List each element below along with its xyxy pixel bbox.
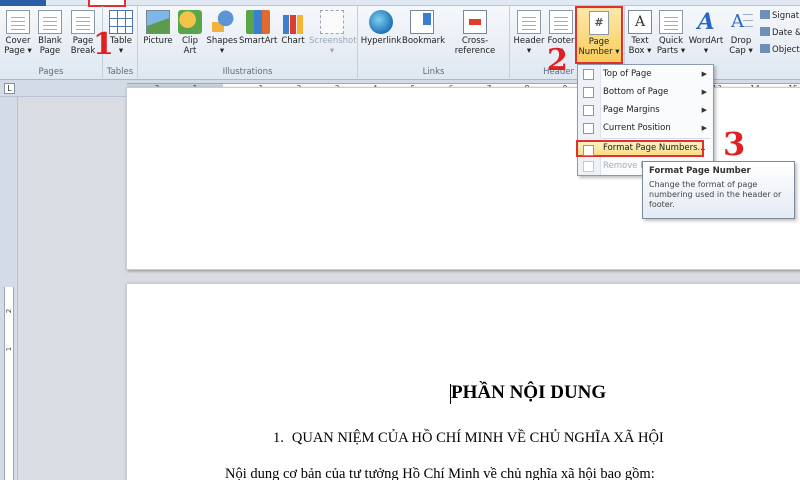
submenu-arrow-icon: ▶ [701, 88, 707, 96]
vertical-ruler-bar: 2 1 [0, 97, 18, 480]
signature-icon [760, 10, 770, 19]
group-label-tables: Tables [106, 67, 134, 77]
menu-item-format-page-numbers[interactable]: Format Page Numbers... [576, 140, 706, 157]
step-3-marker: 3 [723, 125, 746, 163]
section-heading: 1. QUAN NIỆM CỦA HỒ CHÍ MINH VỀ CHỦ NGHĨA… [273, 430, 664, 447]
section-number: 1. [273, 430, 284, 446]
header-icon [517, 10, 541, 34]
cross-reference-icon [463, 10, 487, 34]
group-illustrations: Picture Clip Art Shapes ▾ SmartArt Chart… [138, 6, 358, 78]
header-button[interactable]: Header ▾ [512, 10, 546, 56]
menu-item-page-margins[interactable]: Page Margins ▶ [578, 102, 713, 119]
vertical-ruler[interactable]: 2 1 [4, 287, 14, 480]
cross-reference-button[interactable]: Cross-reference [443, 10, 507, 56]
clip-art-button[interactable]: Clip Art [176, 10, 204, 56]
quick-parts-button[interactable]: Quick Parts ▾ [656, 10, 686, 56]
blank-page-icon [38, 10, 62, 34]
document-heading: PHẦN NỘI DUNG [451, 382, 607, 403]
document-page-2[interactable]: PHẦN NỘI DUNG 1. QUAN NIỆM CỦA HỒ CHÍ MIN… [126, 283, 800, 480]
top-of-page-icon [583, 69, 594, 80]
bookmark-button[interactable]: Bookmark [402, 10, 445, 46]
globe-link-icon [369, 10, 393, 34]
format-page-numbers-icon [583, 145, 594, 156]
cover-page-icon [6, 10, 30, 34]
vruler-tick: 1 [5, 346, 13, 352]
smartart-icon [246, 10, 270, 34]
text-box-icon: A [628, 10, 652, 34]
drop-cap-icon: A [729, 10, 753, 34]
step-1-marker: 1 [93, 27, 114, 62]
bookmark-icon [410, 10, 434, 34]
hyperlink-button[interactable]: Hyperlink [360, 10, 402, 46]
clip-art-icon [178, 10, 202, 34]
submenu-arrow-icon: ▶ [701, 106, 707, 114]
page-margins-icon [583, 105, 594, 116]
chart-icon [281, 10, 305, 34]
screenshot-icon [320, 10, 344, 34]
signature-line-button[interactable]: Signat [760, 10, 799, 21]
wordart-button[interactable]: A WordArt ▾ [687, 10, 725, 56]
body-paragraph: Nội dung cơ bản của tư tưởng Hồ Chí Minh… [225, 466, 655, 480]
page-number-icon: # [589, 11, 609, 35]
smartart-button[interactable]: SmartArt [239, 10, 277, 46]
format-page-number-tooltip: Format Page Number Change the format of … [642, 161, 795, 219]
object-button[interactable]: Object [760, 44, 800, 55]
quick-parts-icon [659, 10, 683, 34]
wordart-icon: A [697, 9, 715, 35]
menu-item-top-of-page[interactable]: Top of Page ▶ [578, 66, 713, 83]
group-pages: Cover Page ▾ Blank Page Page Break Pages [0, 6, 103, 78]
date-time-icon [760, 27, 770, 36]
menu-item-current-position[interactable]: Current Position ▶ [578, 120, 713, 137]
current-position-icon [583, 123, 594, 134]
submenu-arrow-icon: ▶ [701, 124, 707, 132]
tooltip-title: Format Page Number [649, 166, 751, 176]
vruler-tick: 2 [5, 308, 13, 314]
remove-page-numbers-icon [583, 161, 594, 172]
shapes-icon [210, 10, 234, 34]
page-number-menu: Top of Page ▶ Bottom of Page ▶ Page Margin… [576, 64, 714, 176]
blank-page-button[interactable]: Blank Page [35, 10, 65, 56]
bottom-of-page-icon [583, 87, 594, 98]
section-title: QUAN NIỆM CỦA HỒ CHÍ MINH VỀ CHỦ NGHĨA X… [291, 430, 664, 446]
tooltip-description: Change the format of page numbering used… [649, 180, 782, 209]
cover-page-button[interactable]: Cover Page ▾ [2, 10, 34, 56]
picture-icon [146, 10, 170, 34]
tab-selector[interactable]: L [4, 83, 15, 94]
page-break-icon [71, 10, 95, 34]
chart-button[interactable]: Chart [279, 10, 307, 46]
submenu-arrow-icon: ▶ [701, 70, 707, 78]
group-links: Hyperlink Bookmark Cross-reference Links [358, 6, 510, 78]
footer-icon [549, 10, 573, 34]
menu-item-bottom-of-page[interactable]: Bottom of Page ▶ [578, 84, 713, 101]
screenshot-button[interactable]: Screenshot ▾ [309, 10, 357, 56]
object-icon [760, 44, 770, 53]
drop-cap-button[interactable]: A Drop Cap ▾ [726, 10, 756, 56]
text-box-button[interactable]: A Text Box ▾ [626, 10, 654, 56]
group-label-illustrations: Illustrations [222, 67, 273, 77]
step-2-marker: 2 [547, 43, 568, 78]
group-label-links: Links [422, 67, 445, 77]
picture-button[interactable]: Picture [142, 10, 174, 46]
date-time-button[interactable]: Date & [760, 27, 800, 38]
group-label-pages: Pages [38, 67, 64, 77]
page-number-button[interactable]: # Page Number ▾ [575, 6, 623, 64]
shapes-button[interactable]: Shapes ▾ [206, 10, 238, 56]
menu-separator [602, 138, 711, 139]
